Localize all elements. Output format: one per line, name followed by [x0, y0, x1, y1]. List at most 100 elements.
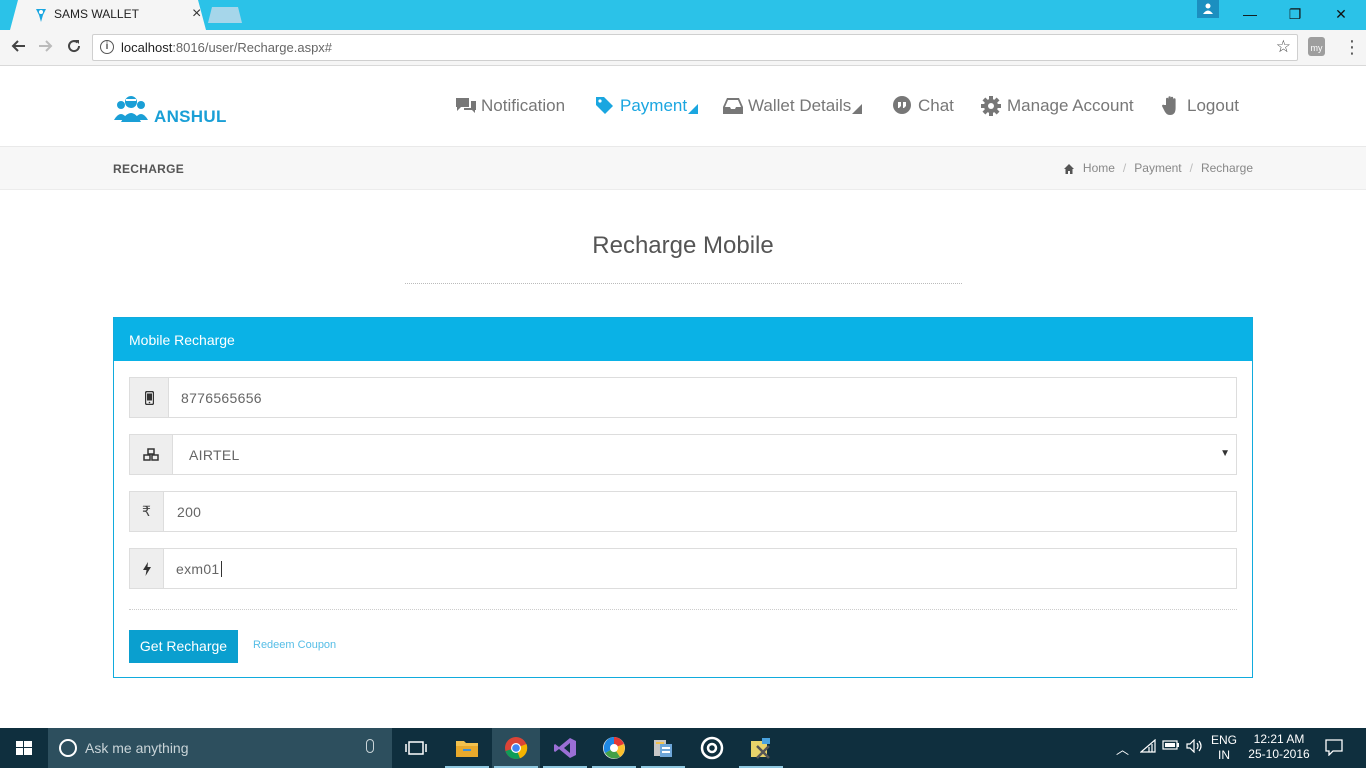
- bookmark-star-icon[interactable]: ☆: [1276, 37, 1291, 57]
- breadcrumb-bar: RECHARGE Home / Payment / Recharge: [0, 147, 1366, 190]
- breadcrumb-separator: /: [1122, 161, 1127, 175]
- nav-logout[interactable]: Logout: [1161, 94, 1239, 118]
- dropdown-caret-icon: [688, 104, 699, 114]
- url-path: :8016/user/Recharge.aspx#: [172, 40, 333, 55]
- chat-icon: [892, 96, 914, 116]
- coupon-code-value: exm01: [176, 561, 220, 577]
- browser-titlebar: SAMS WALLET × — ❐ ✕: [0, 0, 1366, 30]
- battery-icon[interactable]: [1162, 739, 1180, 754]
- new-tab-button[interactable]: [208, 7, 242, 23]
- amount-value: 200: [177, 504, 202, 520]
- dropdown-caret-icon: [852, 104, 863, 114]
- cortana-search-box[interactable]: Ask me anything: [48, 728, 392, 768]
- nav-manage-account[interactable]: Manage Account: [981, 94, 1134, 118]
- photos-app-icon[interactable]: [590, 728, 638, 768]
- panel-divider: [129, 609, 1237, 610]
- tray-chevron-icon[interactable]: ︿: [1116, 739, 1129, 758]
- bolt-icon: [130, 549, 164, 588]
- maximize-button[interactable]: ❐: [1272, 4, 1318, 24]
- mobile-icon: [130, 378, 169, 417]
- mobile-number-field[interactable]: 8776565656: [129, 377, 1237, 418]
- amount-field[interactable]: ₹ 200: [129, 491, 1237, 532]
- coupon-code-text: exm01: [176, 561, 222, 577]
- back-arrow-icon[interactable]: [7, 37, 29, 59]
- breadcrumb-home[interactable]: Home: [1083, 161, 1115, 175]
- browser-menu-icon[interactable]: ⋮: [1343, 35, 1361, 59]
- profile-icon[interactable]: [1197, 0, 1219, 18]
- brand-name: ANSHUL: [154, 107, 227, 126]
- sql-server-icon[interactable]: [639, 728, 687, 768]
- inbox-icon: [722, 96, 744, 116]
- panel-heading: Mobile Recharge: [114, 318, 1252, 361]
- reload-icon[interactable]: [63, 37, 85, 59]
- gear-icon: [981, 96, 1003, 116]
- tag-icon: [594, 96, 616, 116]
- minimize-button[interactable]: —: [1227, 4, 1273, 24]
- nav-notification[interactable]: Notification: [455, 94, 565, 118]
- network-icon[interactable]: [1139, 738, 1156, 756]
- breadcrumb-separator: /: [1189, 161, 1193, 175]
- browser-tab[interactable]: SAMS WALLET ×: [10, 0, 206, 30]
- breadcrumb: Home / Payment / Recharge: [1063, 161, 1253, 175]
- nav-chat[interactable]: Chat: [892, 94, 954, 118]
- site-header: ANSHUL Notification Payment Wallet Detai…: [0, 66, 1366, 147]
- url-text: localhost:8016/user/Recharge.aspx#: [121, 40, 332, 55]
- notifications-icon[interactable]: [1325, 738, 1343, 759]
- nav-notification-label: Notification: [481, 96, 566, 115]
- extension-icon[interactable]: my: [1308, 37, 1325, 56]
- hand-icon: [1161, 96, 1183, 116]
- tab-title: SAMS WALLET: [54, 7, 139, 21]
- cubes-icon: [130, 435, 173, 474]
- groove-music-icon[interactable]: [688, 728, 736, 768]
- select-arrow-icon: ▼: [1220, 448, 1230, 459]
- recharge-panel: Mobile Recharge 8776565656 AIRTEL ▼ ₹ 20…: [113, 317, 1253, 678]
- operator-selected-value: AIRTEL: [189, 447, 240, 463]
- nav-manage-account-label: Manage Account: [1007, 96, 1134, 115]
- nav-wallet-details[interactable]: Wallet Details: [722, 94, 863, 118]
- text-cursor: [220, 561, 222, 577]
- chrome-taskbar-icon[interactable]: [492, 728, 540, 768]
- address-bar[interactable]: i localhost:8016/user/Recharge.aspx# ☆: [92, 34, 1298, 61]
- nav-payment-label: Payment: [620, 96, 688, 115]
- task-view-icon[interactable]: [392, 728, 440, 768]
- nav-wallet-details-label: Wallet Details: [748, 96, 852, 115]
- volume-icon[interactable]: [1186, 738, 1204, 756]
- chat-bubbles-icon: [455, 96, 477, 116]
- breadcrumb-recharge: Recharge: [1200, 161, 1253, 175]
- close-window-button[interactable]: ✕: [1318, 4, 1364, 24]
- wallet-favicon-icon: [34, 7, 48, 23]
- forward-arrow-icon[interactable]: [35, 37, 57, 59]
- dev-tools-icon[interactable]: [737, 728, 785, 768]
- tab-close-icon[interactable]: ×: [192, 5, 201, 23]
- cortana-icon: [59, 739, 77, 757]
- nav-chat-label: Chat: [918, 96, 954, 115]
- coupon-code-field[interactable]: exm01: [129, 548, 1237, 589]
- nav-payment[interactable]: Payment: [594, 94, 699, 118]
- get-recharge-button[interactable]: Get Recharge: [129, 630, 238, 663]
- region-code: IN: [1218, 748, 1230, 762]
- clock-date: 25-10-2016: [1248, 747, 1310, 761]
- nav-logout-label: Logout: [1187, 96, 1239, 115]
- redeem-coupon-link[interactable]: Redeem Coupon: [253, 639, 336, 651]
- users-icon: [113, 94, 149, 124]
- operator-select[interactable]: AIRTEL ▼: [129, 434, 1237, 475]
- url-host: localhost: [121, 40, 173, 55]
- title-divider: [405, 283, 962, 284]
- taskbar: Ask me anything ︿ ENG IN 12:21 AM 25-10-…: [0, 728, 1366, 768]
- section-title: RECHARGE: [113, 162, 185, 176]
- clock-time: 12:21 AM: [1253, 732, 1305, 746]
- search-placeholder: Ask me anything: [85, 740, 189, 756]
- breadcrumb-payment[interactable]: Payment: [1134, 161, 1181, 175]
- file-explorer-icon[interactable]: [443, 728, 491, 768]
- home-icon: [1063, 163, 1074, 174]
- windows-start-icon[interactable]: [0, 728, 48, 768]
- rupee-icon: ₹: [130, 492, 164, 531]
- visual-studio-icon[interactable]: [541, 728, 589, 768]
- mobile-number-value: 8776565656: [181, 390, 262, 406]
- clock[interactable]: 12:21 AM 25-10-2016: [1240, 732, 1318, 762]
- info-icon[interactable]: i: [100, 40, 114, 54]
- microphone-icon[interactable]: [366, 739, 374, 753]
- page-title: Recharge Mobile: [592, 232, 774, 259]
- language-indicator[interactable]: ENG IN: [1208, 733, 1240, 763]
- rupee-glyph: ₹: [142, 503, 151, 519]
